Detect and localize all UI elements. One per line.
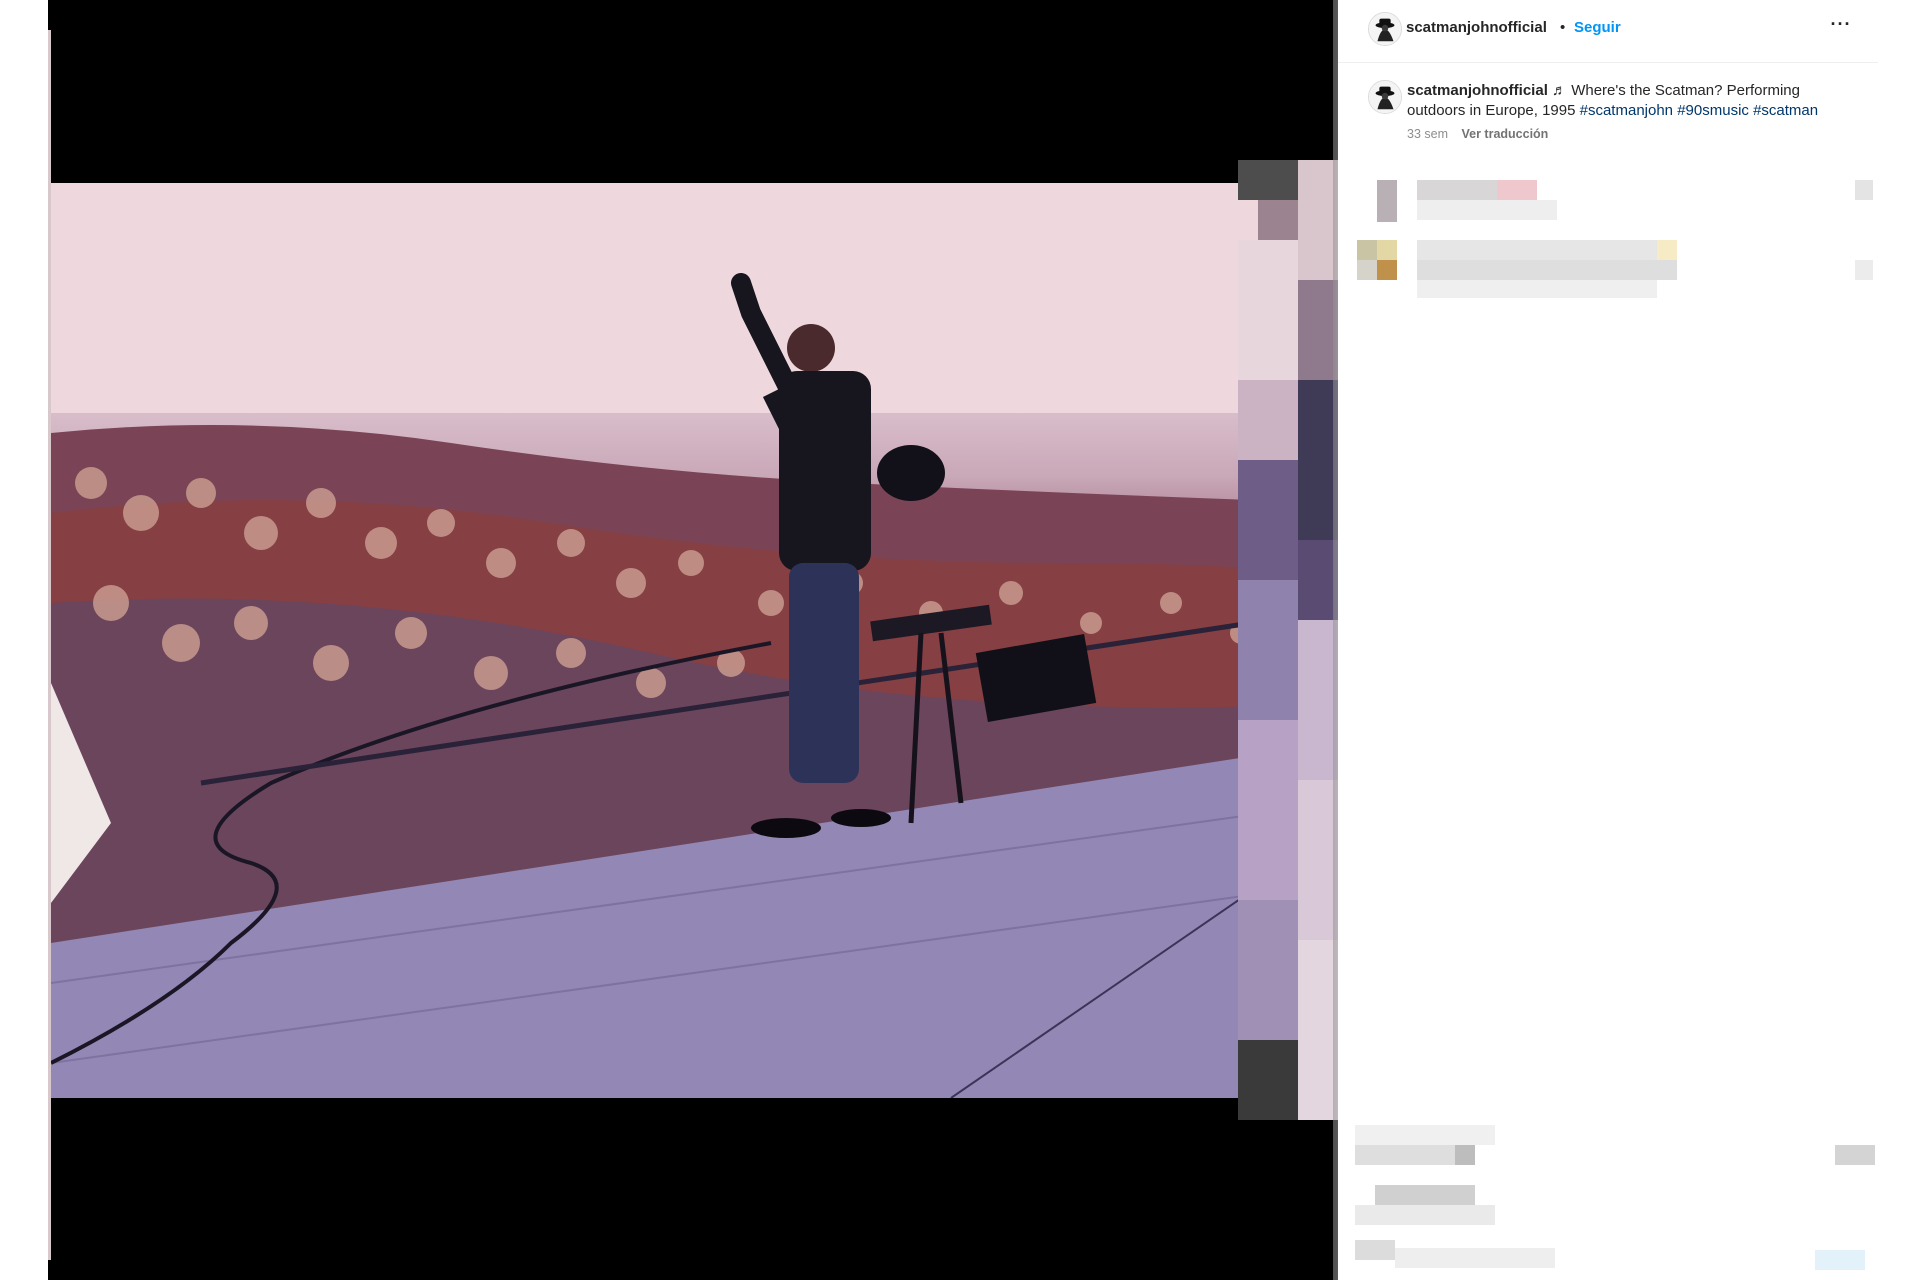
more-options-icon[interactable]: ··· [1826, 14, 1856, 38]
hashtag-link[interactable]: #scatman [1753, 102, 1818, 119]
blurred-comment-input [1355, 1240, 1875, 1280]
post-header: scatmanjohnofficial • Seguir ··· [1348, 8, 1876, 62]
caption-meta: 33 sem Ver traducción [1407, 127, 1548, 141]
post-caption: scatmanjohnofficial ♬ Where's the Scatma… [1348, 70, 1878, 150]
concert-photo-illustration [51, 183, 1336, 1098]
follow-button[interactable]: Seguir [1574, 19, 1621, 36]
scatman-hat-avatar-icon [1369, 13, 1401, 45]
avatar[interactable] [1368, 80, 1402, 114]
hashtag-link[interactable]: #scatmanjohn [1580, 102, 1673, 119]
instagram-post-view: scatmanjohnofficial • Seguir ··· scatman… [0, 0, 1920, 1280]
scatman-hat-avatar-icon [1369, 81, 1401, 113]
hashtag-link[interactable]: #90smusic [1677, 102, 1749, 119]
blurred-action-bar [1355, 1125, 1875, 1225]
caption-text: scatmanjohnofficial ♬ Where's the Scatma… [1407, 81, 1862, 121]
avatar[interactable] [1368, 12, 1402, 46]
post-author-username[interactable]: scatmanjohnofficial [1406, 19, 1547, 36]
separator-dot: • [1560, 19, 1566, 36]
post-timestamp[interactable]: 33 sem [1407, 127, 1448, 141]
blurred-comment [1355, 180, 1875, 222]
post-photo[interactable] [51, 183, 1336, 1098]
see-translation-button[interactable]: Ver traducción [1461, 127, 1548, 141]
header-divider [1338, 62, 1878, 63]
caption-username[interactable]: scatmanjohnofficial [1407, 82, 1548, 99]
blurred-comment [1355, 240, 1875, 300]
